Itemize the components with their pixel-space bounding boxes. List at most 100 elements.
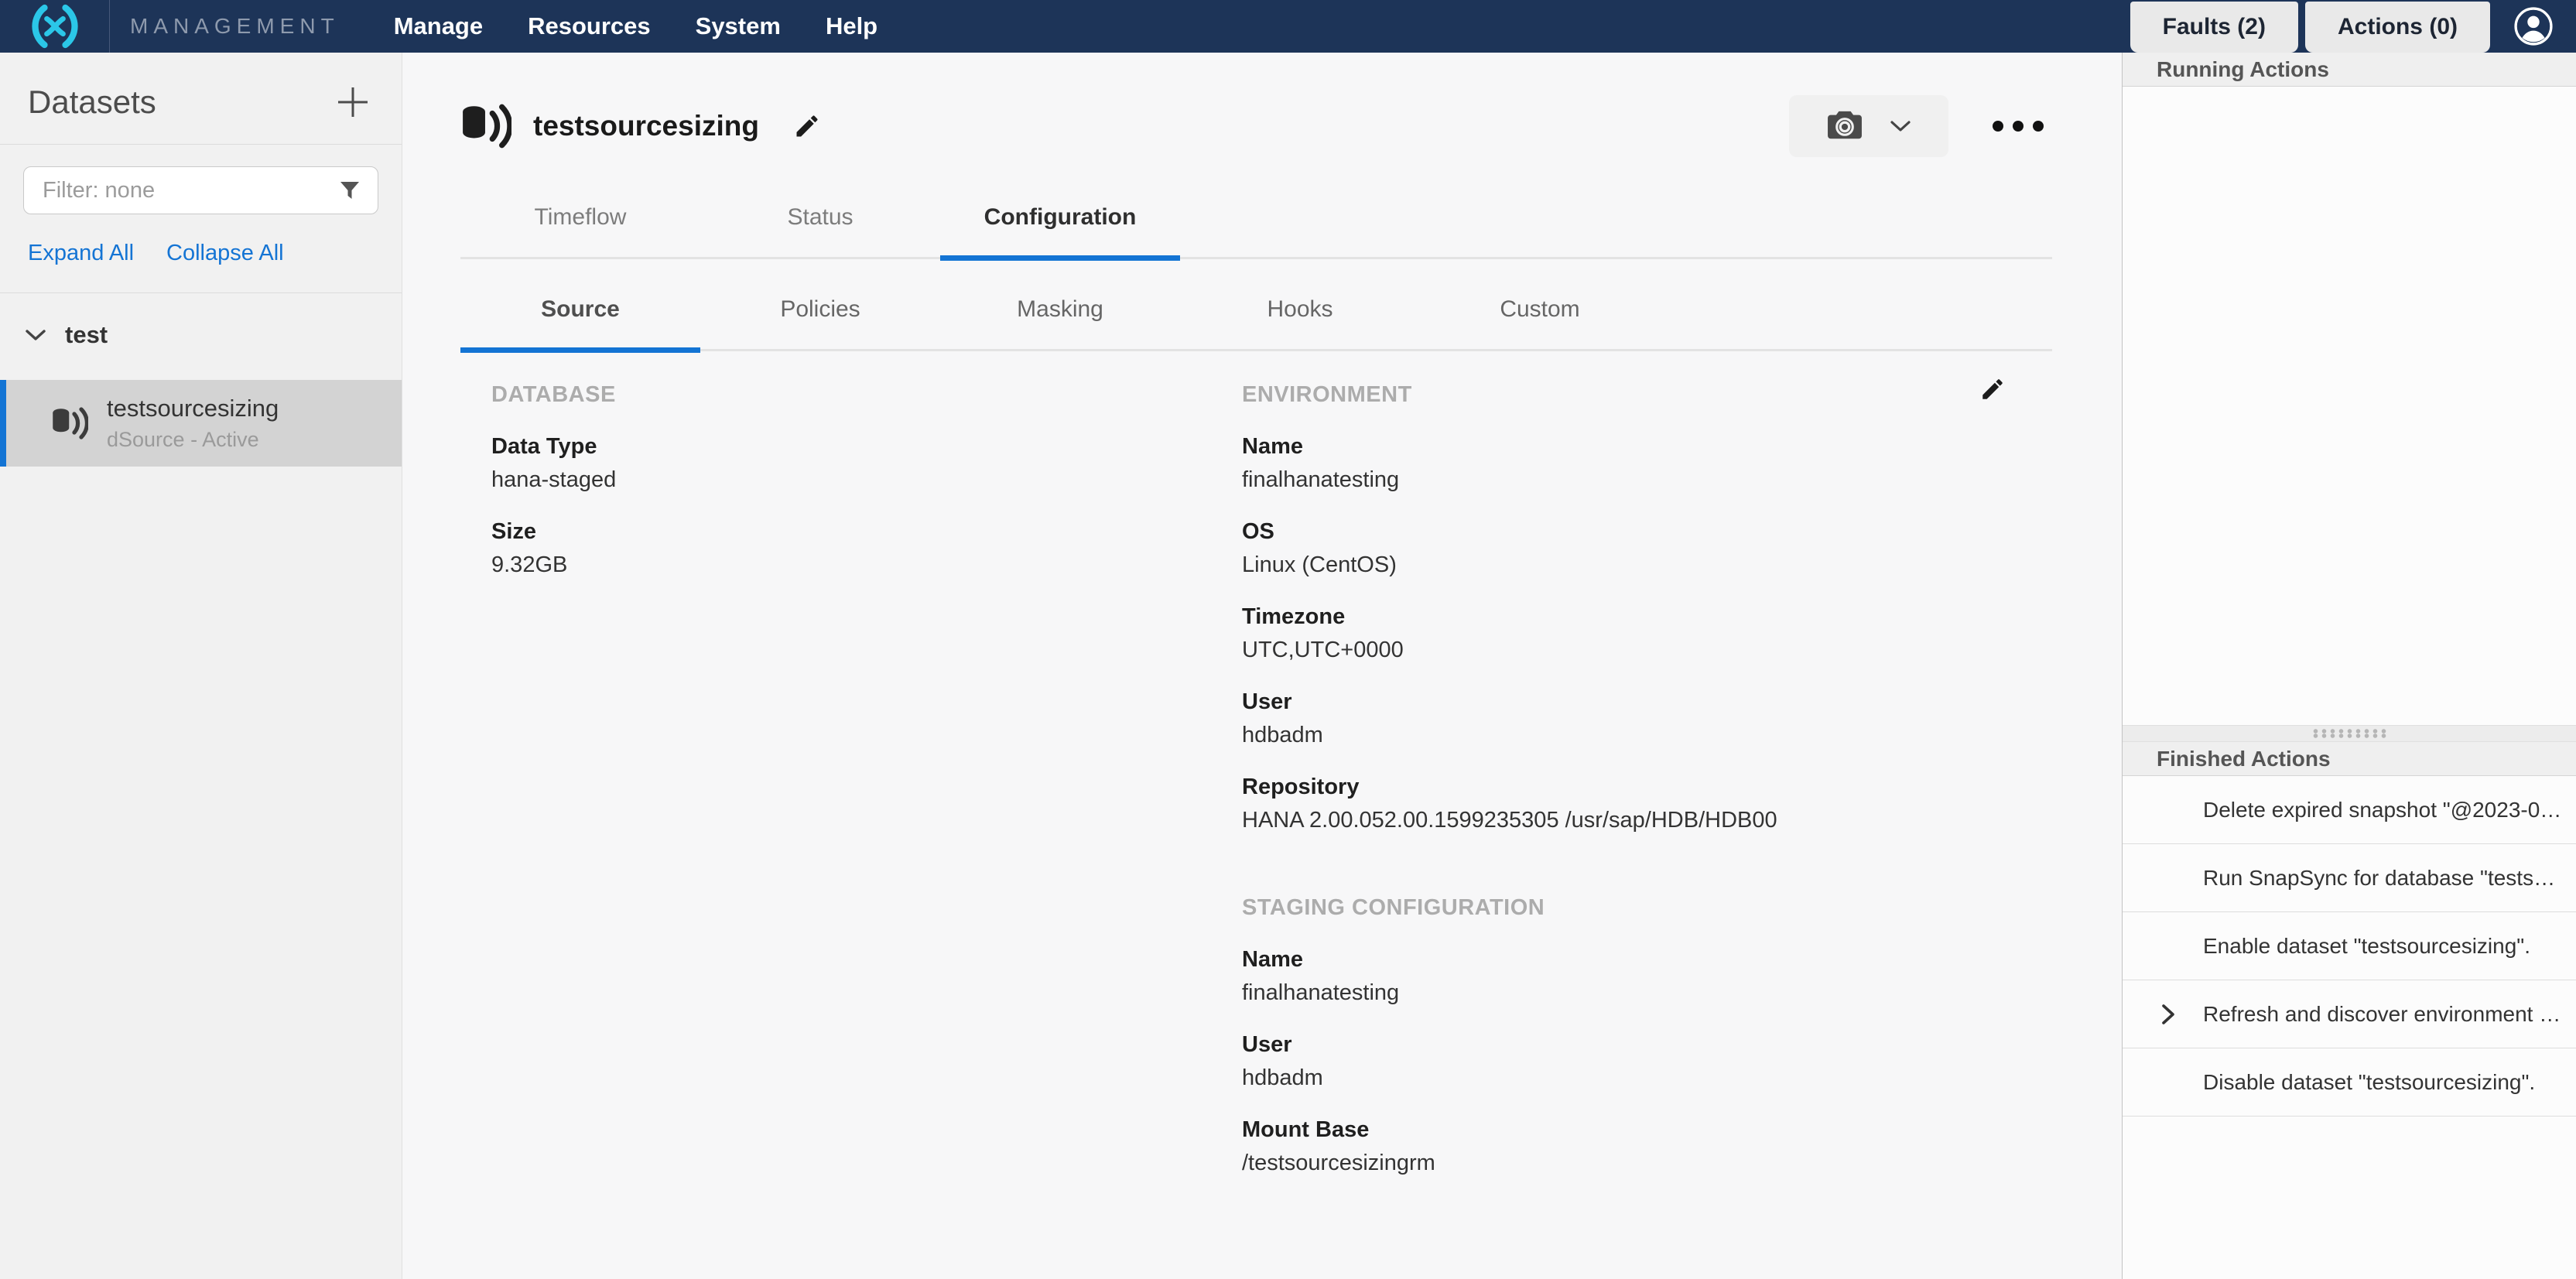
staging-configuration-section: STAGING CONFIGURATION Name finalhanatest…	[1242, 895, 2013, 1176]
nav-right: Faults (2) Actions (0)	[2130, 0, 2576, 53]
field-label: Repository	[1242, 775, 2013, 800]
finished-action-label: Enable dataset "testsourcesizing".	[2203, 934, 2530, 959]
drag-dots-icon	[2311, 729, 2387, 738]
field-value: finalhanatesting	[1242, 980, 2013, 1006]
subtab-policies[interactable]: Policies	[700, 259, 940, 349]
main-content: testsourcesizing	[402, 53, 2122, 1279]
finished-actions-header: Finished Actions	[2123, 742, 2576, 776]
nav-item-resources[interactable]: Resources	[528, 12, 651, 40]
expand-all-link[interactable]: Expand All	[28, 241, 134, 266]
finished-action-row[interactable]: Run SnapSync for database "tests…	[2123, 844, 2576, 912]
finished-action-label: Run SnapSync for database "tests…	[2203, 866, 2555, 891]
tab-status[interactable]: Status	[700, 204, 940, 257]
tab-configuration[interactable]: Configuration	[940, 204, 1180, 257]
collapse-all-link[interactable]: Collapse All	[166, 241, 284, 266]
finished-action-row[interactable]: Enable dataset "testsourcesizing".	[2123, 912, 2576, 980]
subtab-source[interactable]: Source	[460, 259, 700, 349]
finished-action-row[interactable]: Disable dataset "testsourcesizing".	[2123, 1048, 2576, 1117]
edit-title-icon[interactable]	[793, 112, 821, 140]
delphix-logo-icon	[19, 3, 91, 50]
source-panels: DATABASE Data Type hana-staged Size 9.32…	[460, 382, 2122, 1176]
row-chevron-slot	[2160, 1003, 2203, 1026]
finished-action-label: Refresh and discover environment …	[2203, 1002, 2561, 1027]
field-value: UTC,UTC+0000	[1242, 638, 2013, 663]
tree-group-test[interactable]: test	[0, 310, 402, 360]
sidebar-header: Datasets	[0, 53, 402, 145]
field-env-os: OS Linux (CentOS)	[1242, 519, 2013, 578]
expand-row-chevron-icon[interactable]	[2160, 1003, 2177, 1026]
field-value: 9.32GB	[491, 552, 1242, 578]
content-header: testsourcesizing	[460, 91, 2122, 161]
nav-item-help[interactable]: Help	[826, 12, 877, 40]
tree-group-label: test	[65, 321, 108, 349]
field-value: hana-staged	[491, 467, 1242, 493]
finished-actions-list: Delete expired snapshot "@2023-0… Run Sn…	[2123, 776, 2576, 1279]
finished-action-row[interactable]: Delete expired snapshot "@2023-0…	[2123, 776, 2576, 844]
nav-item-system[interactable]: System	[696, 12, 781, 40]
snapshot-button[interactable]	[1789, 95, 1948, 157]
field-size: Size 9.32GB	[491, 519, 1242, 578]
field-env-repository: Repository HANA 2.00.052.00.1599235305 /…	[1242, 775, 2013, 833]
field-value: Linux (CentOS)	[1242, 552, 2013, 578]
tree-item-testsourcesizing[interactable]: testsourcesizing dSource - Active	[0, 380, 402, 467]
field-label: Size	[491, 519, 1242, 545]
add-dataset-button[interactable]	[335, 84, 371, 120]
field-value: hdbadm	[1242, 723, 2013, 748]
finished-action-label: Delete expired snapshot "@2023-0…	[2203, 798, 2561, 822]
more-actions-menu-icon[interactable]	[1992, 120, 2044, 132]
main-tabs: Timeflow Status Configuration	[460, 204, 2052, 259]
panel-resize-handle[interactable]	[2123, 725, 2576, 742]
field-env-timezone: Timezone UTC,UTC+0000	[1242, 604, 2013, 663]
brand-management: MANAGEMENT	[130, 14, 340, 39]
tree-item-text: testsourcesizing dSource - Active	[107, 395, 279, 452]
filter-icon[interactable]	[338, 179, 361, 202]
tree-item-name: testsourcesizing	[107, 395, 279, 422]
field-label: Name	[1242, 947, 2013, 973]
page-title: testsourcesizing	[533, 110, 759, 142]
running-actions-list	[2123, 87, 2576, 725]
subtab-custom[interactable]: Custom	[1420, 259, 1660, 349]
actions-side-panel: Running Actions Finished Actions Delete …	[2122, 53, 2576, 1279]
finished-action-row[interactable]: Refresh and discover environment …	[2123, 980, 2576, 1048]
tab-timeflow[interactable]: Timeflow	[460, 204, 700, 257]
field-value: finalhanatesting	[1242, 467, 2013, 493]
field-label: Name	[1242, 434, 2013, 460]
faults-button[interactable]: Faults (2)	[2130, 2, 2298, 53]
user-avatar-icon[interactable]	[2514, 7, 2553, 46]
field-value: hdbadm	[1242, 1065, 2013, 1091]
staging-section-header: STAGING CONFIGURATION	[1242, 895, 2013, 921]
nav-item-manage[interactable]: Manage	[394, 12, 483, 40]
database-section: DATABASE Data Type hana-staged Size 9.32…	[460, 382, 1242, 1176]
environment-section: ENVIRONMENT Name finalhanatesting OS Lin…	[1242, 382, 2122, 1176]
top-nav: MANAGEMENT Manage Resources System Help …	[0, 0, 2576, 53]
dsource-icon	[460, 104, 511, 149]
field-label: User	[1242, 689, 2013, 715]
finished-action-label: Disable dataset "testsourcesizing".	[2203, 1070, 2535, 1095]
field-staging-mount-base: Mount Base /testsourcesizingrm	[1242, 1117, 2013, 1176]
field-value: /testsourcesizingrm	[1242, 1151, 2013, 1176]
field-env-user: User hdbadm	[1242, 689, 2013, 748]
datasets-sidebar: Datasets Expand All Collapse All	[0, 53, 402, 1279]
field-label: Mount Base	[1242, 1117, 2013, 1143]
field-label: Timezone	[1242, 604, 2013, 630]
tree-item-status: dSource - Active	[107, 428, 279, 452]
field-env-name: Name finalhanatesting	[1242, 434, 2013, 493]
field-label: OS	[1242, 519, 2013, 545]
filter-input[interactable]	[23, 166, 378, 214]
field-staging-name: Name finalhanatesting	[1242, 947, 2013, 1006]
field-data-type: Data Type hana-staged	[491, 434, 1242, 493]
subtab-masking[interactable]: Masking	[940, 259, 1180, 349]
edit-environment-icon[interactable]	[1979, 376, 2006, 402]
tree-controls: Expand All Collapse All	[0, 214, 402, 293]
subtab-hooks[interactable]: Hooks	[1180, 259, 1420, 349]
actions-button[interactable]: Actions (0)	[2305, 2, 2490, 53]
environment-section-header: ENVIRONMENT	[1242, 382, 2013, 408]
nav-menu: Manage Resources System Help	[394, 12, 877, 40]
snapshot-dropdown-chevron-icon[interactable]	[1890, 119, 1911, 133]
filter-container	[23, 166, 378, 214]
dsource-icon	[51, 407, 88, 439]
datasets-tree: test testsourcesizing dSource - Active	[0, 293, 402, 467]
field-staging-user: User hdbadm	[1242, 1032, 2013, 1091]
configuration-subtabs: Source Policies Masking Hooks Custom	[460, 259, 2052, 351]
delphix-logo[interactable]	[0, 0, 110, 53]
